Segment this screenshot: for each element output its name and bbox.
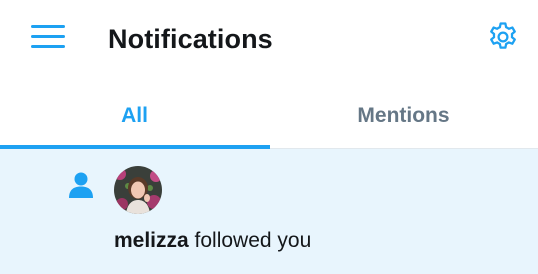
notification-action: followed you: [188, 229, 312, 252]
tab-mentions[interactable]: Mentions: [269, 78, 538, 148]
tab-all[interactable]: All: [0, 78, 270, 149]
page-title: Notifications: [108, 24, 273, 54]
person-icon: [68, 171, 94, 199]
tab-bar: All Mentions: [0, 78, 538, 149]
gear-icon[interactable]: [486, 20, 520, 54]
notification-item[interactable]: melizza followed you: [0, 149, 538, 274]
notifications-screen: Notifications All Mentions melizza follo…: [0, 0, 538, 274]
username-link[interactable]: melizza: [114, 229, 189, 252]
hamburger-menu-icon[interactable]: [31, 24, 65, 50]
notification-text: melizza followed you: [114, 227, 311, 255]
top-bar: Notifications: [0, 0, 538, 78]
avatar[interactable]: [114, 166, 162, 214]
